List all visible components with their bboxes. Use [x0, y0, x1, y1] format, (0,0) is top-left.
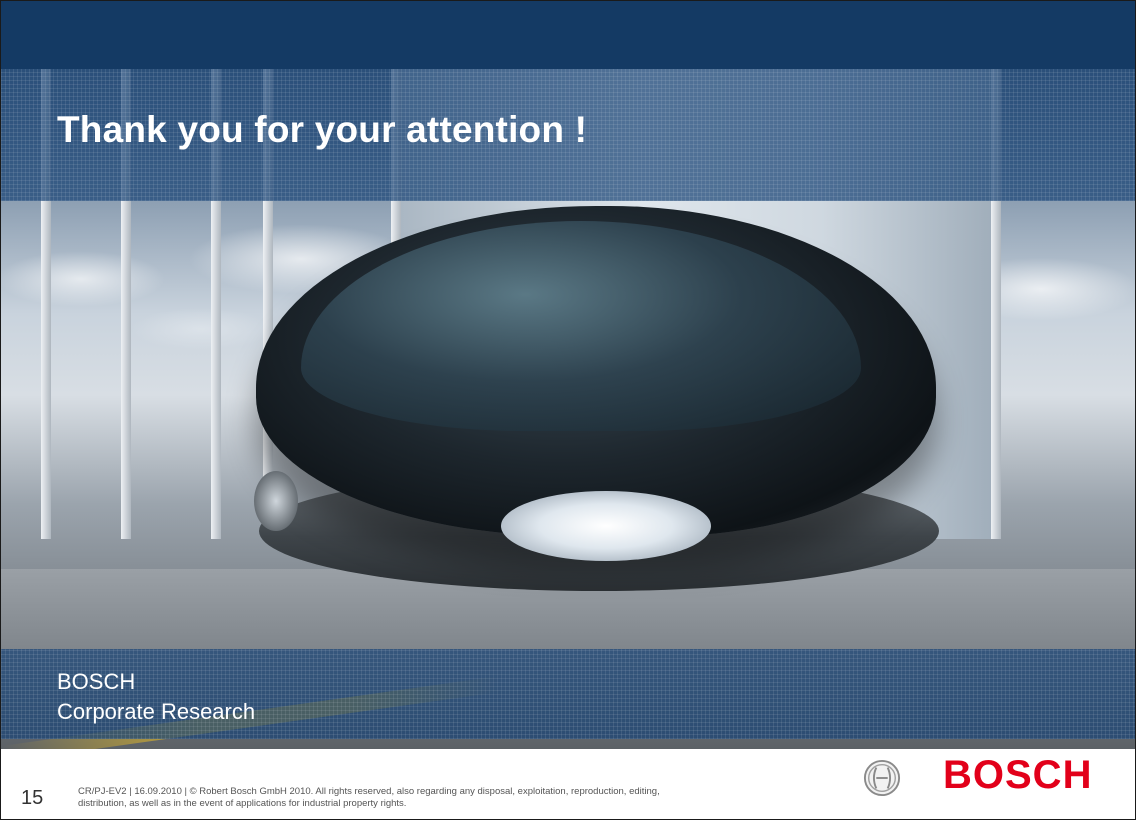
page-number: 15 [21, 787, 44, 809]
subtitle-company: BOSCH [57, 669, 136, 694]
legal-line-2: distribution, as well as in the event of… [78, 798, 407, 809]
subtitle-division: Corporate Research [57, 699, 256, 724]
slide-title: Thank you for your attention ! [57, 109, 588, 150]
bosch-armature-icon [863, 759, 901, 797]
legal-notice: CR/PJ-EV2 | 16.09.2010 | © Robert Bosch … [78, 786, 818, 810]
header-bar [1, 1, 1135, 69]
bosch-logo-wordmark: BOSCH [943, 753, 1093, 797]
slide-subtitle: BOSCH Corporate Research [57, 667, 255, 727]
slide: Thank you for your attention ! BOSCH Cor… [0, 0, 1136, 820]
legal-line-1: CR/PJ-EV2 | 16.09.2010 | © Robert Bosch … [78, 786, 660, 797]
